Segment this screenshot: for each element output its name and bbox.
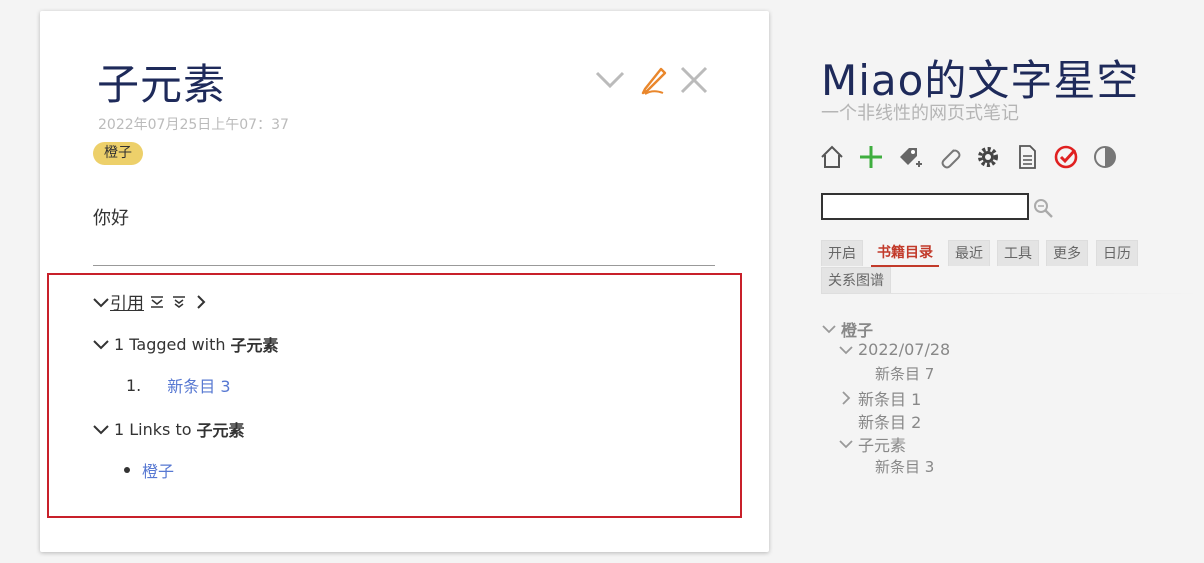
references-label[interactable]: 引用 — [110, 289, 144, 314]
expand-all-icon[interactable] — [170, 293, 188, 311]
chevron-right-icon[interactable] — [192, 293, 210, 311]
toc-label: 新条目 2 — [858, 413, 922, 432]
toc-label: 新条目 3 — [875, 458, 935, 476]
site-subtitle: 一个非线性的网页式笔记 — [821, 103, 1019, 124]
toc-item-child-element[interactable]: 子元素 — [838, 432, 906, 456]
toc-item-new-entry-3[interactable]: 新条目 3 — [875, 456, 934, 477]
tab-calendar[interactable]: 日历 — [1096, 240, 1138, 266]
collapse-all-icon[interactable] — [148, 293, 166, 311]
tab-divider — [821, 293, 1204, 294]
toc-item-orange[interactable]: 橙子 — [821, 317, 873, 341]
list-item: 橙子 — [124, 458, 174, 482]
tagged-target: 子元素 — [230, 336, 279, 355]
sidebar-toolbar — [819, 142, 1131, 174]
tagged-count: 1 Tagged with — [114, 334, 226, 354]
tab-toc[interactable]: 书籍目录 — [871, 240, 939, 267]
bullet-icon — [124, 467, 130, 473]
references-panel: 引用 1 Tagged with 子元素 1. 新条目 3 1 Links to… — [47, 273, 742, 518]
chevron-down-icon[interactable] — [821, 321, 837, 337]
chevron-down-icon[interactable] — [92, 293, 110, 311]
search-icon[interactable] — [1032, 197, 1054, 219]
contrast-icon[interactable] — [1092, 142, 1118, 172]
chevron-down-icon[interactable] — [838, 436, 854, 452]
search-input[interactable] — [821, 193, 1029, 220]
links-target: 子元素 — [196, 421, 245, 440]
new-tiddler-icon[interactable] — [858, 142, 884, 172]
tab-more[interactable]: 更多 — [1046, 240, 1088, 266]
tagged-with-header: 1 Tagged with 子元素 — [92, 332, 279, 356]
gear-icon[interactable] — [975, 142, 1001, 172]
links-count: 1 Links to — [114, 419, 192, 439]
link-orange[interactable]: 橙子 — [142, 458, 174, 482]
toc-item-new-entry-2[interactable]: 新条目 2 — [858, 409, 921, 433]
links-to-header: 1 Links to 子元素 — [92, 417, 245, 441]
home-icon[interactable] — [819, 142, 845, 172]
document-icon[interactable] — [1014, 142, 1040, 172]
list-item-number: 1. — [126, 375, 142, 395]
chevron-down-icon[interactable] — [593, 63, 627, 97]
toc-label: 新条目 7 — [875, 365, 935, 383]
toc-item-new-entry-1[interactable]: 新条目 1 — [838, 386, 921, 410]
edit-icon[interactable] — [637, 63, 671, 97]
tiddler-card: 子元素 2022年07月25日上午07：37 橙子 你好 引用 1 Tagged… — [40, 11, 769, 552]
toc-label: 橙子 — [841, 321, 874, 340]
tab-graph[interactable]: 关系图谱 — [821, 267, 891, 293]
list-item: 1. 新条目 3 — [126, 373, 231, 397]
tab-open[interactable]: 开启 — [821, 240, 863, 266]
close-icon[interactable] — [677, 63, 711, 97]
toc-label: 2022/07/28 — [858, 340, 951, 359]
link-new-entry-3[interactable]: 新条目 3 — [167, 373, 230, 397]
tiddler-title: 子元素 — [97, 60, 227, 109]
toc-label: 新条目 1 — [858, 390, 922, 409]
toc-item-date[interactable]: 2022/07/28 — [838, 340, 950, 359]
check-circle-icon[interactable] — [1053, 142, 1079, 172]
tiddler-subtitle: 2022年07月25日上午07：37 — [98, 117, 289, 133]
tag-icon[interactable] — [897, 142, 923, 172]
tag-pill[interactable]: 橙子 — [93, 142, 143, 165]
divider — [93, 265, 715, 266]
chevron-down-icon[interactable] — [92, 335, 110, 353]
tiddler-body: 你好 — [93, 208, 129, 229]
paperclip-icon[interactable] — [936, 142, 962, 172]
toc-item-new-entry-7[interactable]: 新条目 7 — [875, 363, 934, 384]
chevron-right-icon[interactable] — [838, 390, 854, 406]
references-header: 引用 — [92, 289, 210, 314]
chevron-down-icon[interactable] — [92, 420, 110, 438]
toc-label: 子元素 — [858, 436, 907, 455]
tab-recent[interactable]: 最近 — [948, 240, 990, 266]
tab-tools[interactable]: 工具 — [997, 240, 1039, 266]
chevron-down-icon[interactable] — [838, 342, 854, 358]
